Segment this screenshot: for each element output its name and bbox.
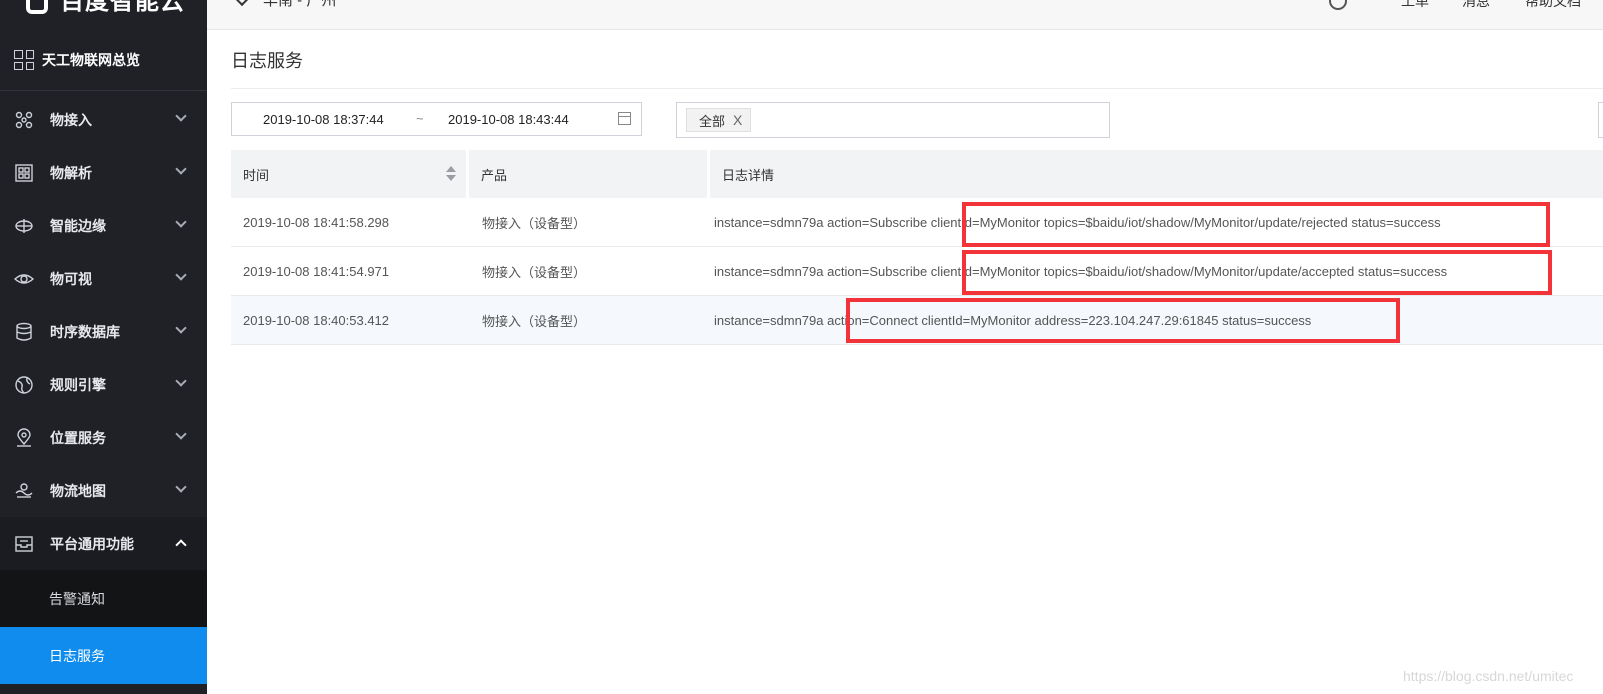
cell-time: 2019-10-08 18:41:54.971 (243, 263, 390, 279)
cell-time: 2019-10-08 18:40:53.412 (243, 312, 390, 328)
chevron-down-icon (175, 269, 187, 281)
eye-icon (14, 269, 34, 289)
chevron-down-icon[interactable] (234, 0, 250, 7)
table-header: 时间 产品 日志详情 (231, 150, 1603, 198)
chevron-down-icon (175, 428, 187, 440)
column-header-label: 时间 (243, 167, 270, 183)
sidebar-item-label: 物接入 (50, 111, 92, 128)
sidebar-item-label: 物可视 (50, 270, 92, 287)
sidebar-item-platform-common[interactable]: 平台通用功能 (0, 517, 207, 570)
annotation-box (962, 202, 1550, 247)
brand-name: 百度智能云 (60, 0, 185, 15)
logo[interactable]: 百度智能云 (0, 0, 207, 30)
cell-product: 物接入（设备型） (482, 264, 587, 280)
date-range-separator: ~ (416, 111, 424, 126)
sidebar-item-rules[interactable]: 规则引擎 (0, 358, 207, 411)
sidebar-item-label: 规则引擎 (50, 376, 106, 393)
chevron-down-icon (175, 110, 187, 122)
date-range-picker[interactable]: 2019-10-08 18:37:44 ~ 2019-10-08 18:43:4… (231, 102, 642, 136)
cell-product: 物接入（设备型） (482, 215, 587, 231)
sidebar-subitem-alert[interactable]: 告警通知 (0, 570, 207, 627)
divider (231, 88, 1603, 89)
date-end-value: 2019-10-08 18:43:44 (448, 112, 569, 127)
sidebar-item-label: 时序数据库 (50, 323, 120, 340)
database-icon (14, 322, 34, 342)
chevron-down-icon (175, 322, 187, 334)
region-selector[interactable]: 华南 - 广州 (263, 0, 336, 10)
messages-link[interactable]: 消息 (1462, 0, 1490, 9)
search-button-edge[interactable] (1598, 102, 1603, 138)
column-header-time[interactable]: 时间 (231, 150, 466, 198)
page-title: 日志服务 (231, 51, 303, 71)
sidebar-item-edge[interactable]: 智能边缘 (0, 199, 207, 252)
work-order-link[interactable]: 工单 (1401, 0, 1429, 9)
sidebar-item-location[interactable]: 位置服务 (0, 411, 207, 464)
filter-tag-label: 全部 (699, 113, 726, 129)
top-bar: 华南 - 广州 工单 消息 帮助文档 (207, 0, 1603, 30)
sidebar-item-device-access[interactable]: 物接入 (0, 93, 207, 146)
sidebar-subitem-log-service[interactable]: 日志服务 (0, 627, 207, 684)
help-docs-link[interactable]: 帮助文档 (1525, 0, 1581, 9)
inbox-icon (14, 534, 34, 554)
chevron-down-icon (175, 481, 187, 493)
globe-icon (14, 375, 34, 395)
column-header-product: 产品 (469, 150, 707, 198)
map-icon (14, 481, 34, 501)
sidebar-item-label: 物流地图 (50, 482, 106, 499)
close-icon[interactable]: X (733, 112, 742, 128)
date-start-value: 2019-10-08 18:37:44 (263, 112, 384, 127)
sidebar-submenu: 告警通知 日志服务 (0, 570, 207, 684)
sort-icon[interactable] (446, 166, 456, 182)
sidebar-item-visual[interactable]: 物可视 (0, 252, 207, 305)
sidebar-item-logistics-map[interactable]: 物流地图 (0, 464, 207, 517)
watermark: https://blog.csdn.net/umitec (1403, 668, 1574, 684)
column-header-detail: 日志详情 (710, 150, 1603, 198)
chevron-down-icon (175, 163, 187, 175)
sidebar: 百度智能云 天工物联网总览 物接入 物解析 智能边缘 物可视 时序数据库 规则引… (0, 0, 207, 694)
edge-icon (14, 216, 34, 236)
sidebar-item-label: 智能边缘 (50, 217, 106, 234)
column-header-label: 产品 (481, 167, 508, 183)
divider (0, 90, 207, 91)
product-filter-select[interactable]: 全部 X (676, 102, 1110, 138)
chevron-down-icon (175, 216, 187, 228)
location-icon (14, 427, 34, 448)
parse-icon (14, 163, 34, 183)
annotation-box (962, 250, 1552, 295)
brand-logo-icon (26, 0, 48, 14)
search-icon[interactable] (1329, 0, 1347, 10)
sidebar-item-tsdb[interactable]: 时序数据库 (0, 305, 207, 358)
sidebar-item-label: 物解析 (50, 164, 92, 181)
chevron-up-icon (175, 539, 187, 551)
sidebar-item-label: 位置服务 (50, 429, 106, 446)
cell-time: 2019-10-08 18:41:58.298 (243, 214, 390, 230)
sidebar-menu: 物接入 物解析 智能边缘 物可视 时序数据库 规则引擎 位置服务 物流地图 平台… (0, 93, 207, 684)
device-access-icon (14, 110, 34, 130)
filter-tag: 全部 X (686, 108, 752, 132)
chevron-down-icon (175, 375, 187, 387)
sidebar-item-label: 平台通用功能 (50, 535, 134, 552)
column-header-label: 日志详情 (722, 167, 775, 183)
sidebar-item-parse[interactable]: 物解析 (0, 146, 207, 199)
annotation-box (846, 298, 1400, 343)
cell-product: 物接入（设备型） (482, 313, 587, 329)
grid-icon (14, 50, 34, 70)
calendar-icon[interactable] (618, 112, 631, 125)
sidebar-item-label: 天工物联网总览 (42, 52, 140, 68)
sidebar-item-overview[interactable]: 天工物联网总览 (0, 30, 207, 90)
